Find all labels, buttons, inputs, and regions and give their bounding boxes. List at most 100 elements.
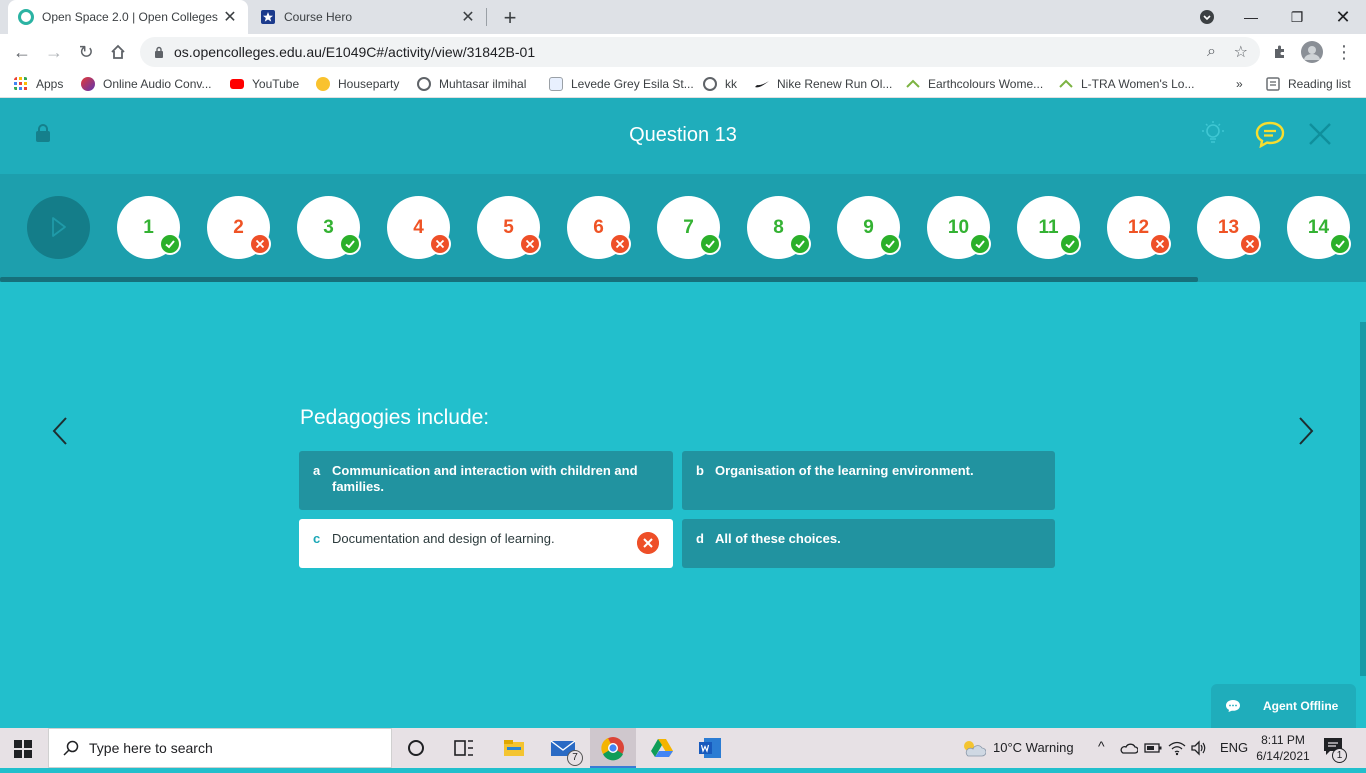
bookmark-star-icon[interactable]: ☆ — [1234, 42, 1248, 62]
question-number: 10 — [947, 216, 970, 238]
tab-close-icon[interactable]: ✕ — [222, 7, 238, 27]
question-13-button[interactable]: 13 — [1197, 196, 1261, 259]
reading-list-button[interactable]: Reading list — [1266, 75, 1351, 93]
question-11-button[interactable]: 11 — [1017, 196, 1081, 259]
avatar[interactable] — [1300, 40, 1324, 64]
question-4-button[interactable]: 4 — [387, 196, 451, 259]
notification-center-button[interactable]: 1 — [1322, 736, 1348, 763]
taskbar-search-box[interactable]: Type here to search — [48, 728, 392, 768]
next-question-icon[interactable] — [1294, 416, 1318, 446]
weather-icon[interactable] — [960, 738, 986, 758]
bookmark-label: Nike Renew Run Ol... — [777, 77, 893, 91]
check-icon — [789, 233, 811, 255]
bookmark-apps[interactable]: Apps — [14, 75, 63, 93]
question-number: 2 — [233, 216, 244, 238]
file-explorer-icon[interactable] — [502, 736, 526, 760]
app-header: Question 13 — [0, 98, 1366, 174]
cross-icon — [249, 233, 271, 255]
windows-start-icon[interactable] — [14, 740, 32, 758]
more-bookmarks-button[interactable]: » — [1236, 75, 1243, 93]
search-placeholder: Type here to search — [89, 740, 213, 756]
system-clock[interactable]: 8:11 PM 6/14/2021 — [1250, 732, 1316, 764]
mail-app[interactable]: 7 — [550, 736, 583, 766]
apps-grid-icon — [14, 77, 27, 90]
page-scrollbar[interactable] — [1360, 322, 1366, 676]
extensions-icon[interactable] — [1268, 40, 1292, 64]
bookmark-nike-renew[interactable]: Nike Renew Run Ol... — [755, 75, 892, 93]
bookmark-levede-grey[interactable]: Levede Grey Esila St... — [549, 75, 694, 93]
weather-status[interactable]: 10°C Warning — [993, 740, 1074, 755]
home-icon[interactable] — [106, 40, 130, 64]
zoom-icon[interactable]: ⌕ — [1207, 43, 1216, 61]
question-9-button[interactable]: 9 — [837, 196, 901, 259]
forward-icon[interactable]: → — [42, 40, 66, 64]
question-1-button[interactable]: 1 — [117, 196, 181, 259]
browser-toolbar: ← → ↻ os.opencolleges.edu.au/E1049C#/act… — [0, 34, 1366, 70]
tab-course-hero[interactable]: Course Hero ✕ — [250, 0, 486, 34]
bookmark-label: kk — [725, 77, 737, 91]
check-icon — [879, 233, 901, 255]
address-bar[interactable]: os.opencolleges.edu.au/E1049C#/activity/… — [140, 37, 1260, 67]
profile-menu-icon[interactable] — [1184, 0, 1230, 34]
tab-close-icon[interactable]: ✕ — [460, 7, 476, 27]
google-drive-icon[interactable] — [650, 736, 674, 760]
question-2-button[interactable]: 2 — [207, 196, 271, 259]
language-indicator[interactable]: ENG — [1220, 740, 1248, 755]
question-6-button[interactable]: 6 — [567, 196, 631, 259]
question-3-button[interactable]: 3 — [297, 196, 361, 259]
bookmark-youtube[interactable]: YouTube — [230, 75, 299, 93]
option-d[interactable]: d All of these choices. — [682, 519, 1055, 568]
chat-icon[interactable] — [1254, 120, 1286, 148]
bookmark-label: Online Audio Conv... — [103, 77, 212, 91]
hint-bulb-icon[interactable] — [1201, 120, 1225, 148]
question-7-button[interactable]: 7 — [657, 196, 721, 259]
word-icon[interactable] — [698, 736, 722, 760]
new-tab-button[interactable]: + — [498, 5, 522, 31]
play-button[interactable] — [27, 196, 90, 259]
reload-icon[interactable]: ↻ — [74, 40, 98, 64]
tab-open-space[interactable]: Open Space 2.0 | Open Colleges ✕ — [8, 0, 248, 34]
bookmark-online-audio-converter[interactable]: Online Audio Conv... — [81, 75, 212, 93]
agent-chat-button[interactable]: Agent Offline — [1211, 684, 1356, 728]
option-a[interactable]: a Communication and interaction with chi… — [299, 451, 673, 510]
question-14-button[interactable]: 14 — [1287, 196, 1351, 259]
bookmark-l-tra[interactable]: L-TRA Women's Lo... — [1059, 75, 1194, 93]
restore-icon[interactable]: ❐ — [1274, 0, 1320, 34]
bookmark-label: YouTube — [252, 77, 300, 91]
question-number: 11 — [1038, 216, 1059, 238]
window-close-icon[interactable]: ✕ — [1320, 0, 1366, 34]
course-hero-favicon-icon — [261, 10, 275, 24]
bookmark-kk[interactable]: kk — [703, 75, 737, 93]
clock-time: 8:11 PM — [1261, 733, 1305, 747]
check-icon — [969, 233, 991, 255]
previous-question-icon[interactable] — [48, 416, 72, 446]
bookmark-earthcolours[interactable]: Earthcolours Wome... — [906, 75, 1043, 93]
lock-icon — [155, 46, 163, 58]
volume-icon[interactable] — [1190, 740, 1208, 756]
bookmark-muhtasar-ilmihal[interactable]: Muhtasar ilmihal — [417, 75, 526, 93]
chrome-taskbar-button[interactable] — [590, 728, 636, 768]
close-activity-icon[interactable] — [1308, 122, 1332, 146]
task-view-icon[interactable] — [452, 736, 476, 760]
wifi-icon[interactable] — [1168, 740, 1186, 756]
bookmark-label: Levede Grey Esila St... — [571, 77, 694, 91]
question-10-button[interactable]: 10 — [927, 196, 991, 259]
onedrive-icon[interactable] — [1120, 741, 1138, 755]
chevron-up-icon[interactable]: ^ — [1098, 738, 1105, 754]
question-5-button[interactable]: 5 — [477, 196, 541, 259]
option-b[interactable]: b Organisation of the learning environme… — [682, 451, 1055, 510]
question-number: 5 — [503, 216, 514, 238]
battery-icon[interactable] — [1144, 742, 1162, 754]
question-number: 12 — [1127, 216, 1150, 238]
back-icon[interactable]: ← — [10, 40, 34, 64]
minimize-icon[interactable]: — — [1228, 0, 1274, 34]
option-c[interactable]: c Documentation and design of learning. — [299, 519, 673, 568]
question-12-button[interactable]: 12 — [1107, 196, 1171, 259]
option-text: Communication and interaction with child… — [332, 463, 638, 494]
question-8-button[interactable]: 8 — [747, 196, 811, 259]
question-number: 3 — [323, 216, 334, 238]
question-title: Question 13 — [629, 124, 737, 146]
cortana-icon[interactable] — [404, 736, 428, 760]
bookmark-houseparty[interactable]: Houseparty — [316, 75, 399, 93]
browser-menu-icon[interactable]: ⋮ — [1332, 40, 1356, 64]
